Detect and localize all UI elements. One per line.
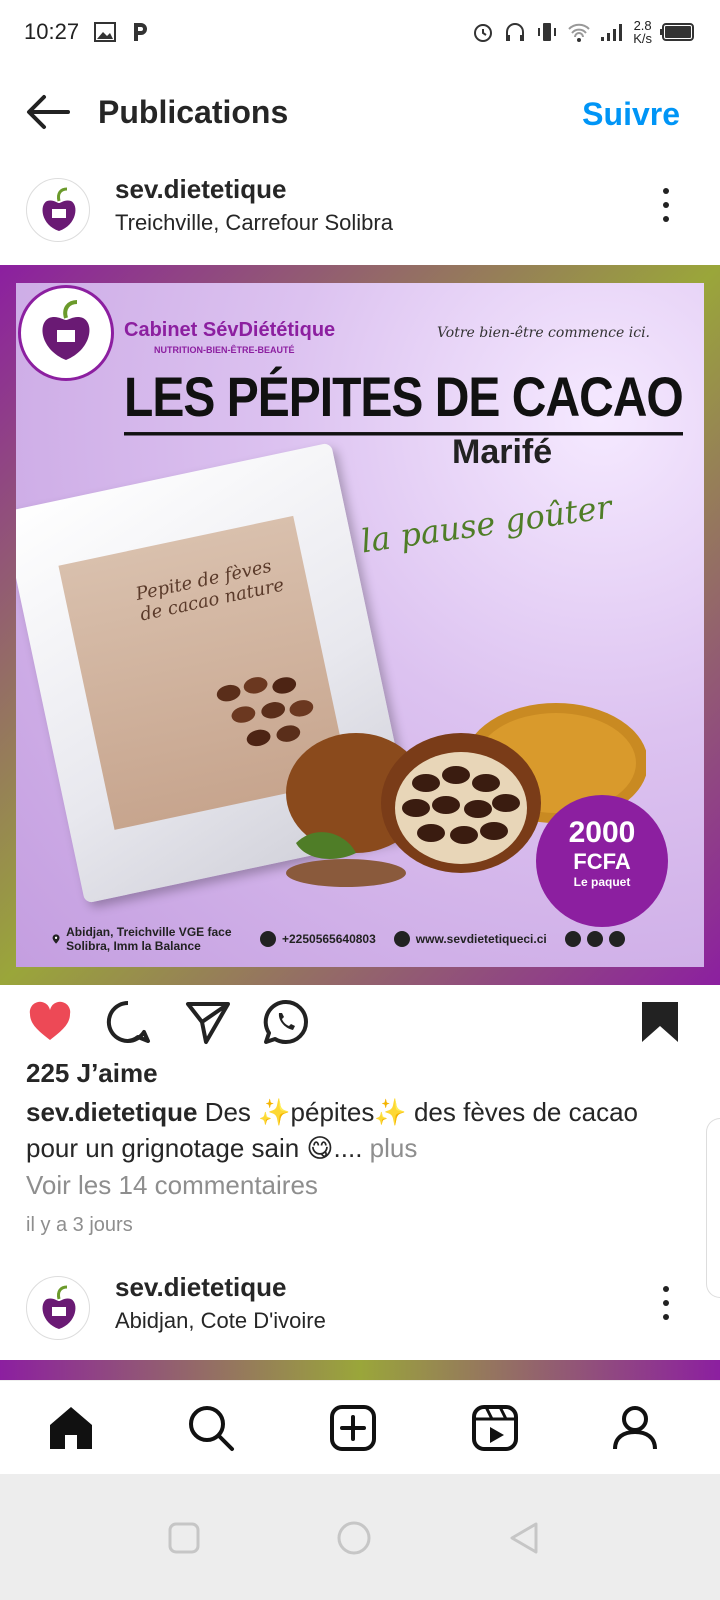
more-icon[interactable] bbox=[660, 188, 672, 228]
price-badge: 2000 FCFA Le paquet bbox=[536, 795, 668, 927]
next-post-image[interactable] bbox=[0, 1360, 720, 1380]
footer-address-text: Abidjan, Treichville VGE face Solibra, I… bbox=[66, 925, 232, 953]
bookmark-icon[interactable] bbox=[636, 998, 684, 1046]
poster-product-brand: Marifé bbox=[452, 433, 553, 471]
price-currency: FCFA bbox=[573, 849, 631, 874]
recents-icon[interactable] bbox=[164, 1518, 204, 1558]
more-icon[interactable] bbox=[660, 1286, 672, 1326]
system-nav bbox=[0, 1474, 720, 1600]
poster-title: LES PÉPITES DE CACAO bbox=[124, 367, 684, 436]
footer-web-text: www.sevdietetiqueci.ci bbox=[415, 932, 547, 946]
add-icon[interactable] bbox=[328, 1403, 378, 1453]
whatsapp-small-icon bbox=[564, 931, 581, 947]
page-title: Publications bbox=[98, 94, 289, 130]
price-unit: Le paquet bbox=[573, 875, 631, 889]
wifi-icon bbox=[568, 23, 590, 42]
caption-username[interactable]: sev.dietetique bbox=[26, 1097, 197, 1127]
alarm-icon bbox=[474, 24, 493, 42]
footer-address: Abidjan, Treichville VGE face Solibra, I… bbox=[52, 925, 242, 953]
footer-social-icons bbox=[564, 931, 625, 947]
post-caption: sev.dietetique Des ✨pépites✨ des fèves d… bbox=[26, 1094, 686, 1166]
search-icon[interactable] bbox=[186, 1403, 236, 1453]
likes-count[interactable]: 225 J’aime bbox=[26, 1058, 158, 1089]
post-timestamp: il y a 3 jours bbox=[26, 1214, 133, 1236]
back-system-icon[interactable] bbox=[504, 1518, 544, 1558]
post-image[interactable]: Cabinet SévDiététique NUTRITION-BIEN-ÊTR… bbox=[0, 265, 720, 985]
poster-brand-sub: NUTRITION-BIEN-ÊTRE-BEAUTÉ bbox=[154, 345, 295, 355]
net-speed: 2.8 K/s bbox=[633, 19, 652, 45]
back-arrow-icon[interactable] bbox=[24, 92, 72, 132]
poster-script-text: la pause goûter bbox=[358, 487, 615, 561]
comment-icon[interactable] bbox=[104, 998, 152, 1046]
parking-icon bbox=[134, 23, 148, 41]
view-comments-link[interactable]: Voir les 14 commentaires bbox=[26, 1170, 318, 1201]
top-header: Publications Suivre bbox=[0, 76, 720, 148]
battery-icon bbox=[660, 23, 694, 41]
location-pin-icon bbox=[52, 934, 60, 944]
poster-footer: Abidjan, Treichville VGE face Solibra, I… bbox=[16, 911, 704, 967]
net-speed-unit: K/s bbox=[633, 31, 652, 46]
price-value: 2000 bbox=[568, 816, 636, 849]
next-post-header: sev.dietetique Abidjan, Cote D'ivoire bbox=[0, 1268, 720, 1348]
home-system-icon[interactable] bbox=[334, 1518, 374, 1558]
caption-more-link[interactable]: plus bbox=[362, 1133, 418, 1163]
next-post-location[interactable]: Abidjan, Cote D'ivoire bbox=[115, 1308, 326, 1334]
footer-phone: +2250565640803 bbox=[260, 931, 376, 947]
avatar-logo-icon bbox=[42, 1285, 76, 1329]
phone-icon bbox=[260, 931, 276, 947]
poster-brand: Cabinet SévDiététique bbox=[124, 319, 336, 341]
instagram-small-icon bbox=[608, 931, 625, 947]
post-location[interactable]: Treichville, Carrefour Solibra bbox=[115, 210, 393, 236]
bottom-nav bbox=[0, 1380, 720, 1474]
reels-icon[interactable] bbox=[470, 1403, 520, 1453]
poster: Cabinet SévDiététique NUTRITION-BIEN-ÊTR… bbox=[16, 283, 704, 967]
profile-icon[interactable] bbox=[610, 1403, 660, 1453]
status-bar: 10:27 2.8 K/s bbox=[0, 0, 720, 64]
post-username[interactable]: sev.dietetique bbox=[115, 174, 286, 205]
follow-button[interactable]: Suivre bbox=[582, 96, 680, 133]
whatsapp-icon[interactable] bbox=[262, 998, 310, 1046]
footer-phone-text: +2250565640803 bbox=[282, 932, 376, 946]
post-header: sev.dietetique Treichville, Carrefour So… bbox=[0, 170, 720, 250]
bag-text: Pepite de fèves de cacao nature bbox=[133, 555, 287, 626]
post-actions bbox=[0, 990, 720, 1052]
poster-logo-icon bbox=[18, 285, 114, 381]
avatar-logo-icon bbox=[42, 187, 76, 231]
headset-icon bbox=[506, 23, 525, 41]
globe-icon bbox=[393, 931, 410, 947]
footer-web: www.sevdietetiqueci.ci bbox=[393, 931, 547, 947]
avatar[interactable] bbox=[26, 178, 90, 242]
share-icon[interactable] bbox=[184, 998, 232, 1046]
facebook-small-icon bbox=[586, 931, 603, 947]
next-post-avatar[interactable] bbox=[26, 1276, 90, 1340]
status-time: 10:27 bbox=[24, 19, 80, 44]
signal-icon bbox=[601, 24, 623, 41]
gallery-icon bbox=[94, 22, 117, 42]
vibrate-icon bbox=[538, 23, 557, 41]
poster-tagline: Votre bien-être commence ici. bbox=[436, 325, 650, 341]
home-icon[interactable] bbox=[46, 1403, 96, 1453]
next-post-username[interactable]: sev.dietetique bbox=[115, 1272, 286, 1303]
heart-icon[interactable] bbox=[26, 998, 74, 1046]
